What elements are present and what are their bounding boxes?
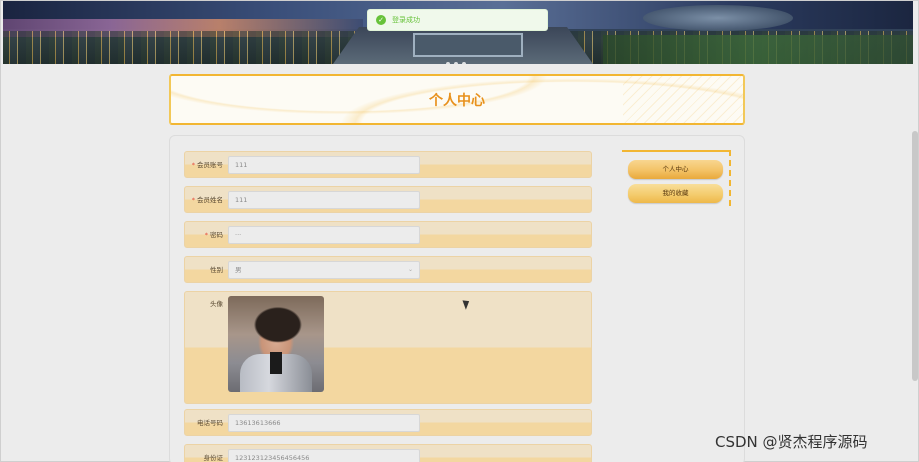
watermark: CSDN @贤杰程序源码	[715, 433, 868, 451]
carousel-dots[interactable]	[446, 51, 486, 64]
form-row-name: * 会员姓名 111	[184, 186, 592, 213]
side-menu-favorites[interactable]: 我的收藏	[628, 184, 723, 203]
scrollbar[interactable]	[912, 131, 918, 381]
form-row-account: * 会员账号 111	[184, 151, 592, 178]
idcard-input[interactable]: 123123123456456456	[228, 449, 420, 462]
avatar-image[interactable]	[228, 296, 324, 392]
field-label: * 会员姓名	[191, 196, 223, 204]
success-toast: ✓ 登录成功	[367, 9, 548, 31]
page-title: 个人中心	[429, 92, 485, 109]
password-input[interactable]: ···	[228, 226, 420, 244]
form-row-avatar: 头像	[184, 291, 592, 404]
field-label: * 会员账号	[191, 161, 223, 169]
form-row-phone: 电话号码 13613613666	[184, 409, 592, 436]
field-label: 身份证	[203, 454, 224, 462]
toast-message: 登录成功	[392, 16, 420, 24]
page-title-box: 个人中心	[169, 74, 745, 125]
field-label: * 密码	[204, 231, 223, 239]
chevron-down-icon: ⌄	[407, 266, 413, 273]
gender-value: 男	[235, 266, 242, 274]
field-label: 电话号码	[197, 419, 223, 427]
form-row-password: * 密码 ···	[184, 221, 592, 248]
field-label: 头像	[210, 300, 223, 308]
phone-input[interactable]: 13613613666	[228, 414, 420, 432]
field-label: 性别	[210, 266, 223, 274]
form-row-gender: 性别 男 ⌄	[184, 256, 592, 283]
side-menu-profile[interactable]: 个人中心	[628, 160, 723, 179]
app-window: ✓ 登录成功 个人中心 * 会员账号 111 * 会员姓名 111 * 密码 ··· …	[0, 0, 919, 462]
form-row-idcard: 身份证 123123123456456456	[184, 444, 592, 462]
gender-select[interactable]: 男 ⌄	[228, 261, 420, 279]
account-input[interactable]: 111	[228, 156, 420, 174]
name-input[interactable]: 111	[228, 191, 420, 209]
check-circle-icon: ✓	[376, 15, 386, 25]
